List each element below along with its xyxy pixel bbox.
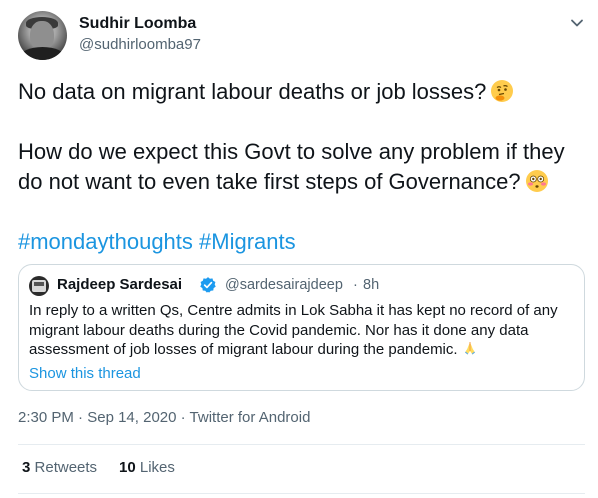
quoted-author-handle: @sardesairajdeep — [225, 277, 343, 293]
verified-badge-icon — [200, 277, 216, 293]
quoted-separator: · — [353, 277, 358, 293]
quoted-line-1: In reply to a written Qs, Centre admits … — [29, 302, 558, 319]
thinking-face-emoji-icon — [491, 80, 514, 102]
quoted-line-3: assessment of job losses of migrant labo… — [29, 341, 458, 358]
quoted-tweet-card[interactable]: Rajdeep Sardesai @sardesairajdeep · 8h I… — [18, 264, 585, 391]
meta-separator: · — [180, 409, 186, 426]
tweet-meta: 2:30 PM · Sep 14, 2020 · Twitter for And… — [18, 409, 310, 426]
retweets-count: 3 — [22, 459, 31, 476]
author-name[interactable]: Sudhir Loomba — [79, 15, 196, 33]
quoted-line-2: migrant labour deaths during the Covid p… — [29, 321, 529, 339]
author-avatar[interactable] — [18, 11, 67, 60]
quoted-author-name: Rajdeep Sardesai — [57, 276, 183, 293]
retweets-label: Retweets — [34, 459, 98, 476]
folded-hands-emoji-icon — [464, 342, 475, 355]
hashtags: #mondaythoughts #Migrants — [18, 227, 296, 257]
hashtag-mondaythoughts-link[interactable]: #mondaythoughts — [18, 229, 193, 254]
likes-label: Likes — [139, 459, 175, 476]
likes-count: 10 — [119, 459, 136, 476]
tweet-date[interactable]: Sep 14, 2020 — [87, 409, 176, 426]
show-thread-link[interactable]: Show this thread — [29, 365, 141, 382]
tweet-line-2b: do not want to even take first steps of … — [18, 169, 521, 194]
quoted-timestamp: 8h — [363, 277, 380, 293]
tweet-text: No data on migrant labour deaths or job … — [18, 77, 583, 197]
author-handle[interactable]: @sudhirloomba97 — [79, 36, 201, 53]
quoted-author-avatar — [29, 276, 49, 296]
divider — [18, 444, 585, 445]
flushed-face-emoji-icon — [525, 170, 548, 192]
chevron-down-icon[interactable] — [569, 15, 585, 31]
retweets-stat[interactable]: 3 Retweets — [22, 459, 97, 476]
tweet-source[interactable]: Twitter for Android — [190, 409, 311, 426]
quoted-tweet-text: In reply to a written Qs, Centre admits … — [29, 301, 577, 360]
tweet-line-1: No data on migrant labour deaths or job … — [18, 79, 487, 104]
likes-stat[interactable]: 10 Likes — [119, 459, 175, 476]
meta-separator: · — [78, 409, 84, 426]
tweet-time[interactable]: 2:30 PM — [18, 409, 74, 426]
divider — [18, 493, 585, 494]
tweet-line-2a: How do we expect this Govt to solve any … — [18, 139, 565, 164]
hashtag-migrants-link[interactable]: #Migrants — [199, 229, 296, 254]
